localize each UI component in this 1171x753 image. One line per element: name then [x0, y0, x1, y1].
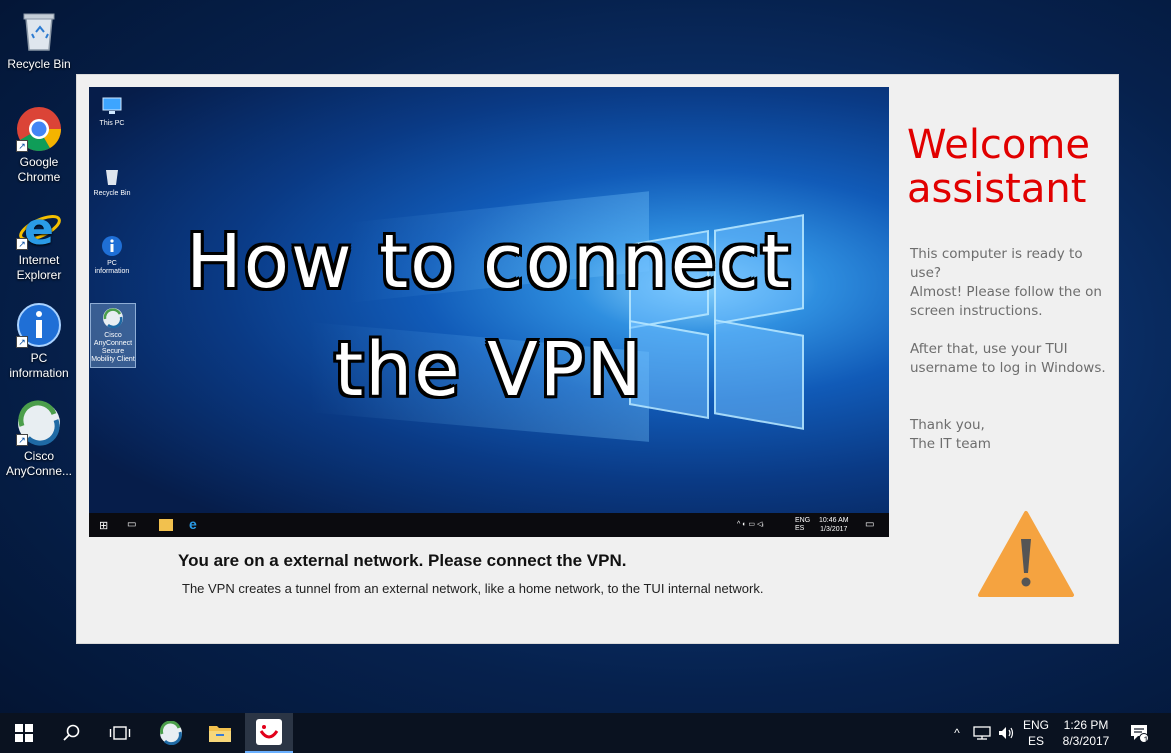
desktop-icon-label: Internet Explorer	[16, 253, 62, 282]
mini-task-view-icon: ▭	[127, 519, 137, 530]
volume-icon	[999, 727, 1014, 739]
desktop-icon-recycle-bin[interactable]: Recycle Bin	[4, 8, 74, 72]
cisco-anyconnect-icon	[102, 307, 124, 329]
notification-count: 1	[1143, 735, 1149, 745]
welcome-assistant-window: This PC Recycle Bin PC information Cisco…	[76, 74, 1119, 644]
this-pc-icon	[101, 95, 123, 117]
desktop-icon-label: PC information	[9, 351, 69, 380]
network-status-caption: You are on a external network. Please co…	[178, 551, 627, 570]
tray-network-button[interactable]	[970, 713, 994, 753]
warning-icon	[977, 509, 1075, 601]
taskbar-tui-app[interactable]	[245, 713, 293, 753]
file-explorer-icon	[209, 726, 231, 742]
side-signoff: Thank you, The IT team	[910, 417, 991, 452]
mini-start-icon: ⊞	[99, 520, 109, 532]
desktop-icon-cisco-anyconnect[interactable]: ↗ Cisco AnyConne...	[4, 400, 74, 479]
tray-overflow-button[interactable]: ^	[946, 713, 968, 753]
mini-tray-icons: ^ ◐ ▭ ◁ᵢ	[737, 521, 764, 528]
desktop-icon-label: Recycle Bin	[7, 57, 71, 71]
mini-internet-explorer-icon: e	[189, 516, 197, 532]
mini-desktop-icon: Recycle Bin	[93, 165, 131, 198]
action-center-button[interactable]: 1	[1124, 713, 1154, 753]
start-button[interactable]	[0, 713, 48, 753]
search-button[interactable]	[48, 713, 96, 753]
start-icon	[15, 724, 33, 742]
cisco-anyconnect-icon	[160, 721, 182, 745]
chrome-icon: ↗	[16, 106, 62, 152]
desktop-icon-internet-explorer[interactable]: e ↗ Internet Explorer	[4, 204, 74, 283]
video-title-line-2: the VPN	[334, 327, 644, 413]
video-title-line-1: How to connect	[186, 219, 792, 305]
mini-file-explorer-icon	[159, 519, 173, 531]
mini-taskbar: ⊞ ▭ e ^ ◐ ▭ ◁ᵢ ENG ES 10:46 AM 1/3/2017 ▭	[89, 513, 889, 537]
mini-clock: 10:46 AM 1/3/2017	[819, 517, 849, 533]
search-icon	[63, 724, 80, 741]
desktop-icon-google-chrome[interactable]: ↗ Google Chrome	[4, 106, 74, 185]
tray-language-button[interactable]: ENG ES	[1020, 713, 1052, 753]
tui-icon	[256, 719, 282, 745]
info-icon: ↗	[16, 302, 62, 348]
mini-desktop-icon: This PC	[93, 95, 131, 128]
recycle-bin-icon	[16, 8, 62, 54]
desktop-icon-pc-information[interactable]: ↗ PC information	[4, 302, 74, 381]
network-icon	[973, 726, 991, 740]
internet-explorer-icon: e ↗	[16, 204, 62, 255]
taskbar: ^ ENG ES 1:26 PM 8/3/2017 1	[0, 713, 1171, 753]
taskbar-cisco-anyconnect[interactable]	[147, 713, 195, 753]
desktop-icon-label: Google Chrome	[17, 155, 61, 184]
chevron-up-icon: ^	[954, 726, 960, 740]
tray-clock[interactable]: 1:26 PM 8/3/2017	[1056, 713, 1116, 753]
desktop-icon-label: Cisco AnyConne...	[5, 449, 73, 478]
tray-volume-button[interactable]	[994, 713, 1018, 753]
vpn-tutorial-video[interactable]: This PC Recycle Bin PC information Cisco…	[89, 87, 889, 537]
welcome-heading: Welcome assistant	[907, 122, 1090, 212]
task-view-icon	[109, 726, 131, 740]
vpn-description: The VPN creates a tunnel from an externa…	[182, 581, 764, 596]
svg-text:e: e	[24, 204, 54, 250]
task-view-button[interactable]	[96, 713, 144, 753]
cisco-anyconnect-icon: ↗	[16, 400, 62, 446]
mini-language: ENG ES	[795, 517, 811, 532]
side-paragraph-login: After that, use your TUI username to log…	[910, 341, 1106, 376]
side-paragraph-ready: This computer is ready to use?	[910, 246, 1083, 281]
taskbar-file-explorer[interactable]	[196, 713, 244, 753]
side-paragraph-instructions: Almost! Please follow the on screen inst…	[910, 284, 1102, 319]
recycle-bin-icon	[101, 165, 123, 187]
mini-notification-icon: ▭	[865, 519, 875, 530]
